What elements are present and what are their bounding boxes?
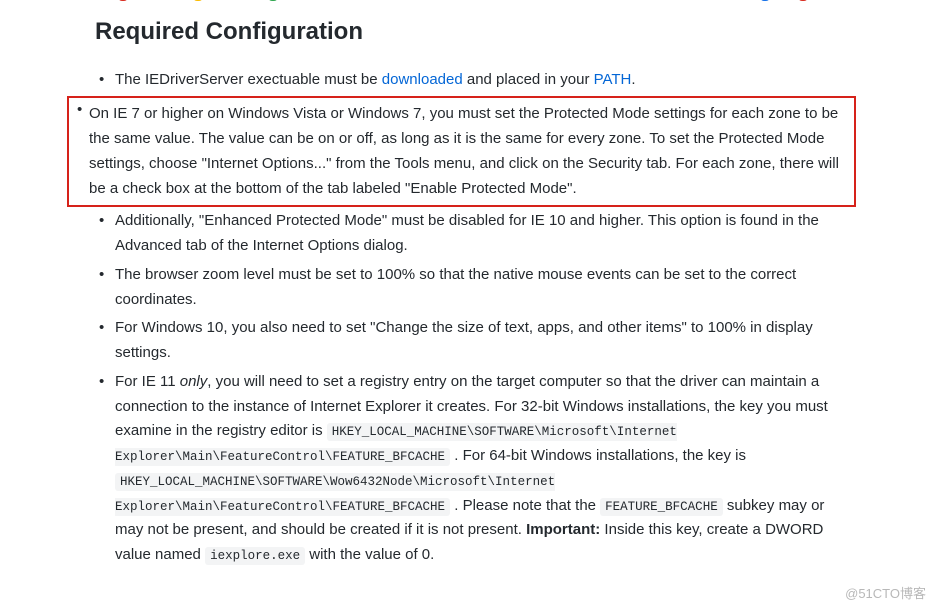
watermark: @51CTO博客 [845, 583, 926, 604]
list-item: Additionally, "Enhanced Protected Mode" … [95, 209, 846, 259]
text: . [631, 71, 635, 88]
list-item: The browser zoom level must be set to 10… [95, 263, 846, 313]
text: The browser zoom level must be set to 10… [115, 266, 796, 308]
configuration-list: The IEDriverServer exectuable must be do… [95, 68, 846, 568]
page-heading: Required Configuration [95, 12, 846, 52]
link[interactable]: PATH [594, 71, 632, 88]
text: and placed in your [463, 71, 594, 88]
text: Additionally, "Enhanced Protected Mode" … [115, 212, 819, 254]
text: On IE 7 or higher on Windows Vista or Wi… [89, 105, 839, 196]
list-item: For Windows 10, you also need to set "Ch… [95, 316, 846, 366]
strong-text: Important: [526, 521, 600, 538]
code-snippet: FEATURE_BFCACHE [600, 498, 723, 516]
code-snippet: iexplore.exe [205, 547, 305, 565]
document-content: Required Configuration The IEDriverServe… [0, 0, 936, 592]
list-item: For IE 11 only, you will need to set a r… [95, 370, 846, 568]
text: For IE 11 [115, 373, 180, 390]
emphasis: only [180, 373, 208, 390]
text: with the value of 0. [305, 546, 434, 563]
text: . For 64-bit Windows installations, the … [450, 447, 746, 464]
text: The IEDriverServer exectuable must be [115, 71, 382, 88]
link[interactable]: downloaded [382, 71, 463, 88]
list-item: On IE 7 or higher on Windows Vista or Wi… [67, 96, 856, 207]
text: . Please note that the [450, 497, 600, 514]
text: For Windows 10, you also need to set "Ch… [115, 319, 813, 361]
list-item: The IEDriverServer exectuable must be do… [95, 68, 846, 93]
